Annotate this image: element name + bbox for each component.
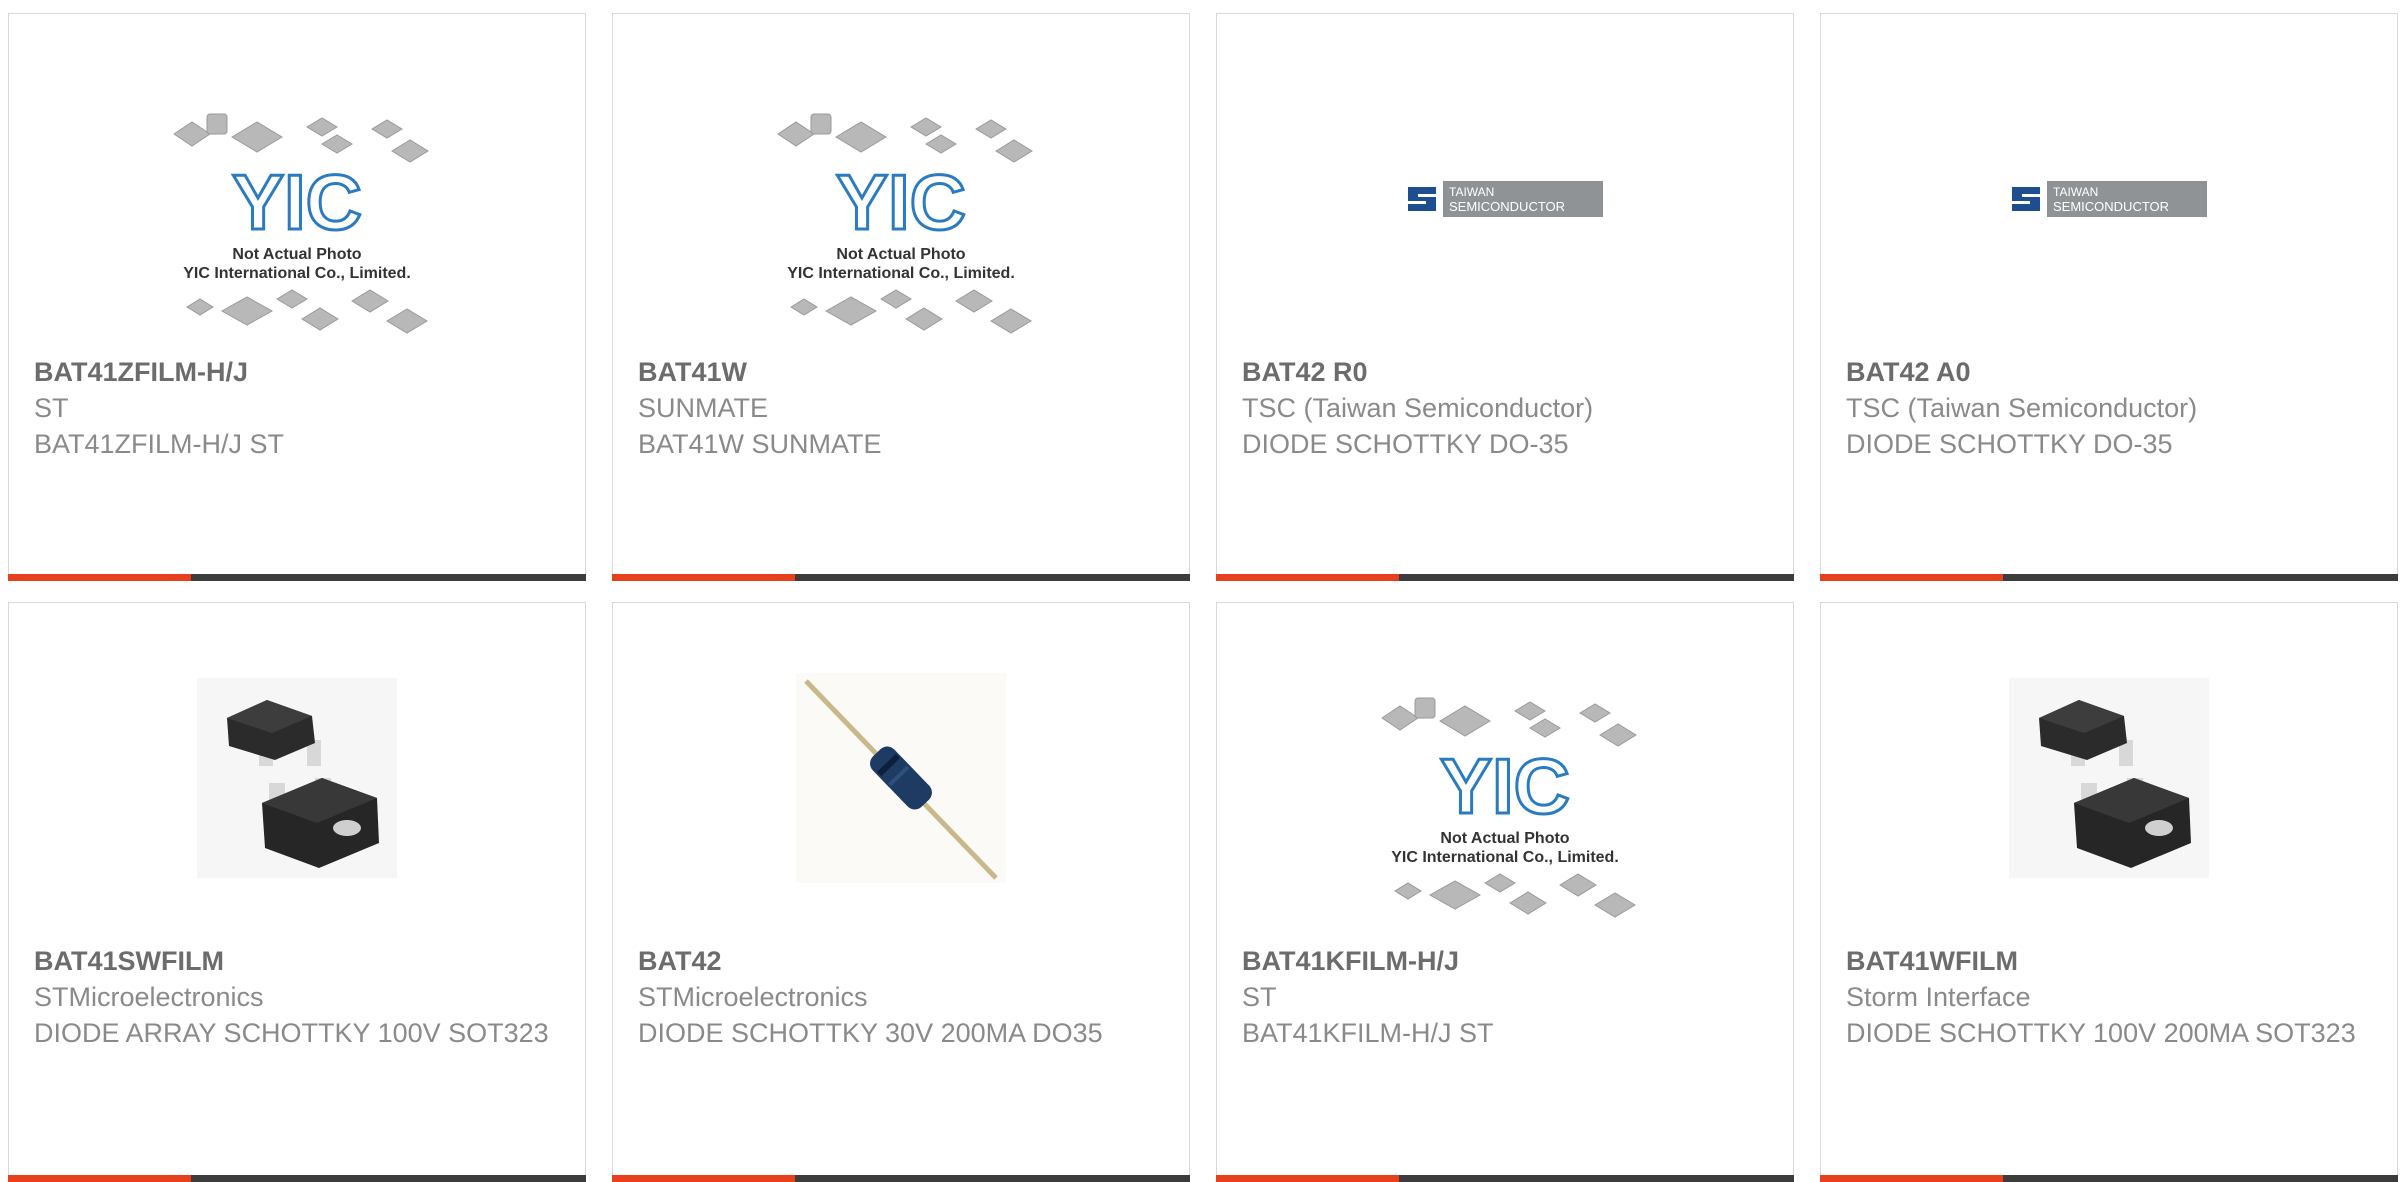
placeholder-caption-2: YIC International Co., Limited. [183,265,411,282]
footer-accent [1216,1175,1399,1182]
description: DIODE SCHOTTKY 30V 200MA DO35 [638,1018,1103,1048]
sot323-chip-photo [9,673,585,883]
manufacturer: SUNMATE [638,393,769,423]
product-grid: YIC Not Actual Photo YIC International C… [0,0,2400,1182]
footer-accent [8,574,191,581]
placeholder-caption-2: YIC International Co., Limited. [787,265,1015,282]
yic-logo: YIC [232,158,362,246]
footer-accent [8,1175,191,1182]
placeholder-caption-1: Not Actual Photo [1440,830,1569,847]
product-info: BAT41KFILM-H/J ST BAT41KFILM-H/J ST [1242,943,1773,1051]
product-card[interactable]: YIC Not Actual Photo YIC International C… [1216,602,1794,1182]
footer-accent [1216,574,1399,581]
footer-accent [1820,574,2003,581]
part-number[interactable]: BAT41W [638,354,1169,390]
part-number[interactable]: BAT41WFILM [1846,943,2377,979]
part-number[interactable]: BAT42 R0 [1242,354,1773,390]
yic-placeholder-image: YIC Not Actual Photo YIC International C… [9,64,585,364]
part-number[interactable]: BAT41KFILM-H/J [1242,943,1773,979]
manufacturer: Storm Interface [1846,982,2031,1012]
product-info: BAT41W SUNMATE BAT41W SUNMATE [638,354,1169,462]
description: BAT41W SUNMATE [638,429,882,459]
product-info: BAT42 R0 TSC (Taiwan Semiconductor) DIOD… [1242,354,1773,462]
description: DIODE SCHOTTKY DO-35 [1242,429,1569,459]
description: BAT41KFILM-H/J ST [1242,1018,1494,1048]
part-number[interactable]: BAT41ZFILM-H/J [34,354,565,390]
product-card[interactable]: BAT41WFILM Storm Interface DIODE SCHOTTK… [1820,602,2398,1182]
placeholder-caption-2: YIC International Co., Limited. [1391,849,1619,866]
card-footer-bar [1820,1175,2398,1182]
manufacturer: STMicroelectronics [638,982,868,1012]
yic-placeholder-image: YIC Not Actual Photo YIC International C… [613,64,1189,364]
card-footer-bar [1820,574,2398,581]
card-footer-bar [612,574,1190,581]
product-card[interactable]: BAT41SWFILM STMicroelectronics DIODE ARR… [8,602,586,1182]
product-info: BAT42 A0 TSC (Taiwan Semiconductor) DIOD… [1846,354,2377,462]
product-info: BAT41WFILM Storm Interface DIODE SCHOTTK… [1846,943,2377,1051]
logo-text-2: SEMICONDUCTOR [2053,199,2169,214]
description: DIODE SCHOTTKY DO-35 [1846,429,2173,459]
part-number[interactable]: BAT42 A0 [1846,354,2377,390]
product-info: BAT41ZFILM-H/J ST BAT41ZFILM-H/J ST [34,354,565,462]
card-footer-bar [612,1175,1190,1182]
footer-accent [612,574,795,581]
axial-diode-photo [613,673,1189,883]
part-number[interactable]: BAT42 [638,943,1169,979]
yic-placeholder-image: YIC Not Actual Photo YIC International C… [1217,648,1793,948]
product-card[interactable]: YIC Not Actual Photo YIC International C… [8,13,586,581]
description: DIODE ARRAY SCHOTTKY 100V SOT323 [34,1018,549,1048]
product-card[interactable]: YIC Not Actual Photo YIC International C… [612,13,1190,581]
manufacturer: TSC (Taiwan Semiconductor) [1242,393,1594,423]
card-footer-bar [8,1175,586,1182]
card-footer-bar [1216,1175,1794,1182]
taiwan-semiconductor-logo: TAIWAN SEMICONDUCTOR [1821,144,2397,254]
part-number[interactable]: BAT41SWFILM [34,943,565,979]
description: DIODE SCHOTTKY 100V 200MA SOT323 [1846,1018,2356,1048]
logo-text-1: TAIWAN [1449,185,1494,199]
manufacturer: STMicroelectronics [34,982,264,1012]
taiwan-semiconductor-logo: TAIWAN SEMICONDUCTOR [1217,144,1793,254]
placeholder-caption-1: Not Actual Photo [232,246,361,263]
yic-logo: YIC [1440,742,1570,830]
logo-text-1: TAIWAN [2053,185,2098,199]
product-card[interactable]: TAIWAN SEMICONDUCTOR BAT42 R0 TSC (Taiwa… [1216,13,1794,581]
manufacturer: ST [1242,982,1277,1012]
yic-logo: YIC [836,158,966,246]
product-card[interactable]: TAIWAN SEMICONDUCTOR BAT42 A0 TSC (Taiwa… [1820,13,2398,581]
card-footer-bar [8,574,586,581]
footer-accent [612,1175,795,1182]
manufacturer: ST [34,393,69,423]
footer-accent [1820,1175,2003,1182]
logo-text-2: SEMICONDUCTOR [1449,199,1565,214]
product-info: BAT41SWFILM STMicroelectronics DIODE ARR… [34,943,565,1051]
product-info: BAT42 STMicroelectronics DIODE SCHOTTKY … [638,943,1169,1051]
placeholder-caption-1: Not Actual Photo [836,246,965,263]
manufacturer: TSC (Taiwan Semiconductor) [1846,393,2198,423]
sot323-chip-photo [1821,673,2397,883]
product-card[interactable]: BAT42 STMicroelectronics DIODE SCHOTTKY … [612,602,1190,1182]
card-footer-bar [1216,574,1794,581]
description: BAT41ZFILM-H/J ST [34,429,285,459]
